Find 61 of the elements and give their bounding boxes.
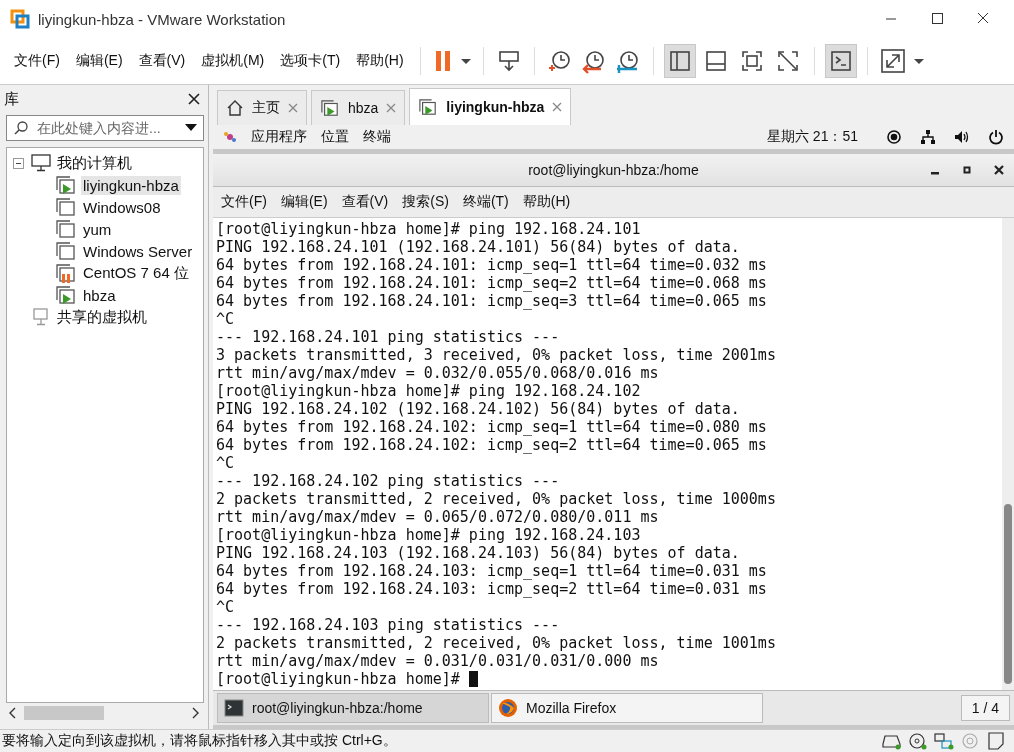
menu-item[interactable]: 查看(V) — [132, 52, 192, 70]
terminal-line: --- 192.168.24.102 ping statistics --- — [216, 472, 560, 490]
terminal-line: --- 192.168.24.101 ping statistics --- — [216, 328, 560, 346]
terminal-window-title: root@liyingkun-hbza:/home — [528, 162, 699, 178]
tree-item[interactable]: CentOS 7 64 位 — [81, 262, 191, 284]
menu-item[interactable]: 文件(F) — [221, 193, 267, 211]
terminal-line: 2 packets transmitted, 2 received, 0% packet loss, time 1001ms — [216, 634, 776, 652]
terminal-line: ^C — [216, 598, 235, 616]
terminal-line: 64 bytes from 192.168.24.102: icmp_seq=1 ttl=64 time=0.080 ms — [216, 418, 767, 436]
guest-menu-item[interactable]: 应用程序 — [251, 128, 307, 146]
tree-item[interactable]: hbza — [81, 285, 118, 305]
menu-item[interactable]: 文件(F) — [8, 52, 66, 70]
terminal-line: rtt min/avg/max/mdev = 0.032/0.055/0.068/0.016 ms — [216, 364, 659, 382]
tab[interactable]: liyingkun-hbza — [409, 88, 572, 125]
clock[interactable]: 星期六 21：51 — [766, 128, 858, 146]
terminal-line: rtt min/avg/max/mdev = 0.065/0.072/0.080/0.011 ms — [216, 508, 659, 526]
menu-item[interactable]: 终端(T) — [462, 193, 509, 211]
tree-item[interactable]: yum — [81, 219, 114, 239]
terminal-line: 3 packets transmitted, 3 received, 0% packet loss, time 2001ms — [216, 346, 776, 364]
terminal-line: 64 bytes from 192.168.24.101: icmp_seq=1 ttl=64 time=0.032 ms — [216, 256, 767, 274]
window-title: liyingkun-hbza - VMware Workstation — [38, 10, 287, 28]
search-field[interactable]: 在此处键入内容进... — [6, 115, 204, 141]
guest-menu-item[interactable]: 位置 — [321, 128, 349, 146]
taskbar-item[interactable]: Mozilla Firefox — [491, 693, 763, 723]
menu-item[interactable]: 帮助(H) — [522, 193, 571, 211]
tree-item[interactable]: Windows08 — [81, 197, 163, 217]
tree-item[interactable]: liyingkun-hbza — [81, 175, 181, 195]
library-title: 库 — [4, 89, 19, 109]
tree-item[interactable]: 我的计算机 — [55, 152, 134, 174]
menu-item[interactable]: 编辑(E) — [69, 52, 129, 70]
menu-item[interactable]: 选项卡(T) — [274, 52, 347, 70]
terminal-line: PING 192.168.24.102 (192.168.24.102) 56(84) bytes of data. — [216, 400, 740, 418]
menu-item[interactable]: 编辑(E) — [280, 193, 328, 211]
workspace-pager[interactable]: 1 / 4 — [960, 695, 1010, 721]
terminal-line: [root@liyingkun-hbza home]# ping 192.168.24.101 — [216, 220, 641, 238]
tab[interactable]: hbza — [311, 90, 406, 125]
terminal-line: [root@liyingkun-hbza home]# ping 192.168.24.103 — [216, 526, 641, 544]
guest-menu-item[interactable]: 终端 — [363, 128, 391, 146]
terminal-line: [root@liyingkun-hbza home]# ping 192.168.24.102 — [216, 382, 641, 400]
menu-item[interactable]: 帮助(H) — [350, 52, 410, 70]
menu-item[interactable]: 虚拟机(M) — [195, 52, 271, 70]
terminal-line: --- 192.168.24.103 ping statistics --- — [216, 616, 560, 634]
terminal-line: rtt min/avg/max/mdev = 0.031/0.031/0.031/0.000 ms — [216, 652, 659, 670]
menu-item[interactable]: 查看(V) — [341, 193, 389, 211]
terminal-line: 2 packets transmitted, 2 received, 0% packet loss, time 1000ms — [216, 490, 776, 508]
terminal-line: 64 bytes from 192.168.24.102: icmp_seq=2 ttl=64 time=0.065 ms — [216, 436, 767, 454]
terminal-line: ^C — [216, 310, 235, 328]
terminal-line: ^C — [216, 454, 235, 472]
status-message: 要将输入定向到该虚拟机，请将鼠标指针移入其中或按 Ctrl+G。 — [2, 732, 397, 750]
terminal-line: 64 bytes from 192.168.24.101: icmp_seq=2 ttl=64 time=0.068 ms — [216, 274, 767, 292]
terminal-line: PING 192.168.24.103 (192.168.24.103) 56(84) bytes of data. — [216, 544, 740, 562]
tree-item[interactable]: 共享的虚拟机 — [55, 306, 149, 328]
terminal-line: [root@liyingkun-hbza home]# — [216, 670, 461, 688]
terminal-line: 64 bytes from 192.168.24.103: icmp_seq=2 ttl=64 time=0.031 ms — [216, 580, 767, 598]
tab[interactable]: 主页 — [217, 90, 307, 125]
menu-item[interactable]: 搜索(S) — [402, 193, 449, 211]
tree-item[interactable]: Windows Server — [81, 241, 195, 261]
terminal-line: 64 bytes from 192.168.24.103: icmp_seq=1 ttl=64 time=0.031 ms — [216, 562, 767, 580]
terminal-line: 64 bytes from 192.168.24.101: icmp_seq=3 ttl=64 time=0.065 ms — [216, 292, 767, 310]
taskbar-item[interactable]: root@liyingkun-hbza:/home — [217, 693, 489, 723]
terminal-line: PING 192.168.24.101 (192.168.24.101) 56(84) bytes of data. — [216, 238, 740, 256]
